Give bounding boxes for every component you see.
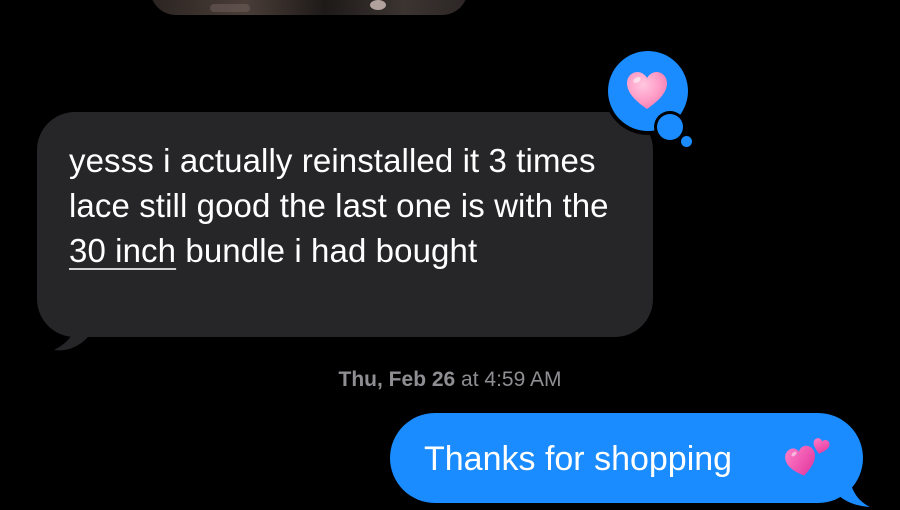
detected-link[interactable]: 30 inch	[69, 232, 176, 269]
message-timestamp: Thu, Feb 26 at 4:59 AM	[0, 368, 900, 392]
timestamp-day: Thu, Feb 26	[338, 368, 456, 391]
two-hearts-icon	[785, 438, 830, 476]
tapback-tail-dot-small	[681, 136, 692, 147]
message-text-start: yesss i actually reinstalled it 3 times …	[69, 142, 609, 224]
timestamp-time: 4:59 AM	[484, 368, 562, 391]
incoming-message-text: yesss i actually reinstalled it 3 times …	[69, 138, 629, 273]
tapback-tail-dot	[657, 114, 683, 140]
timestamp-at: at	[455, 368, 485, 391]
heart-icon	[627, 72, 667, 109]
incoming-bubble-tail	[54, 310, 92, 351]
message-text-end: bundle i had bought	[176, 232, 478, 269]
outgoing-message-text: Thanks for shopping	[424, 440, 733, 478]
outgoing-bubble-tail	[832, 470, 870, 507]
image-attachment[interactable]	[150, 0, 468, 15]
